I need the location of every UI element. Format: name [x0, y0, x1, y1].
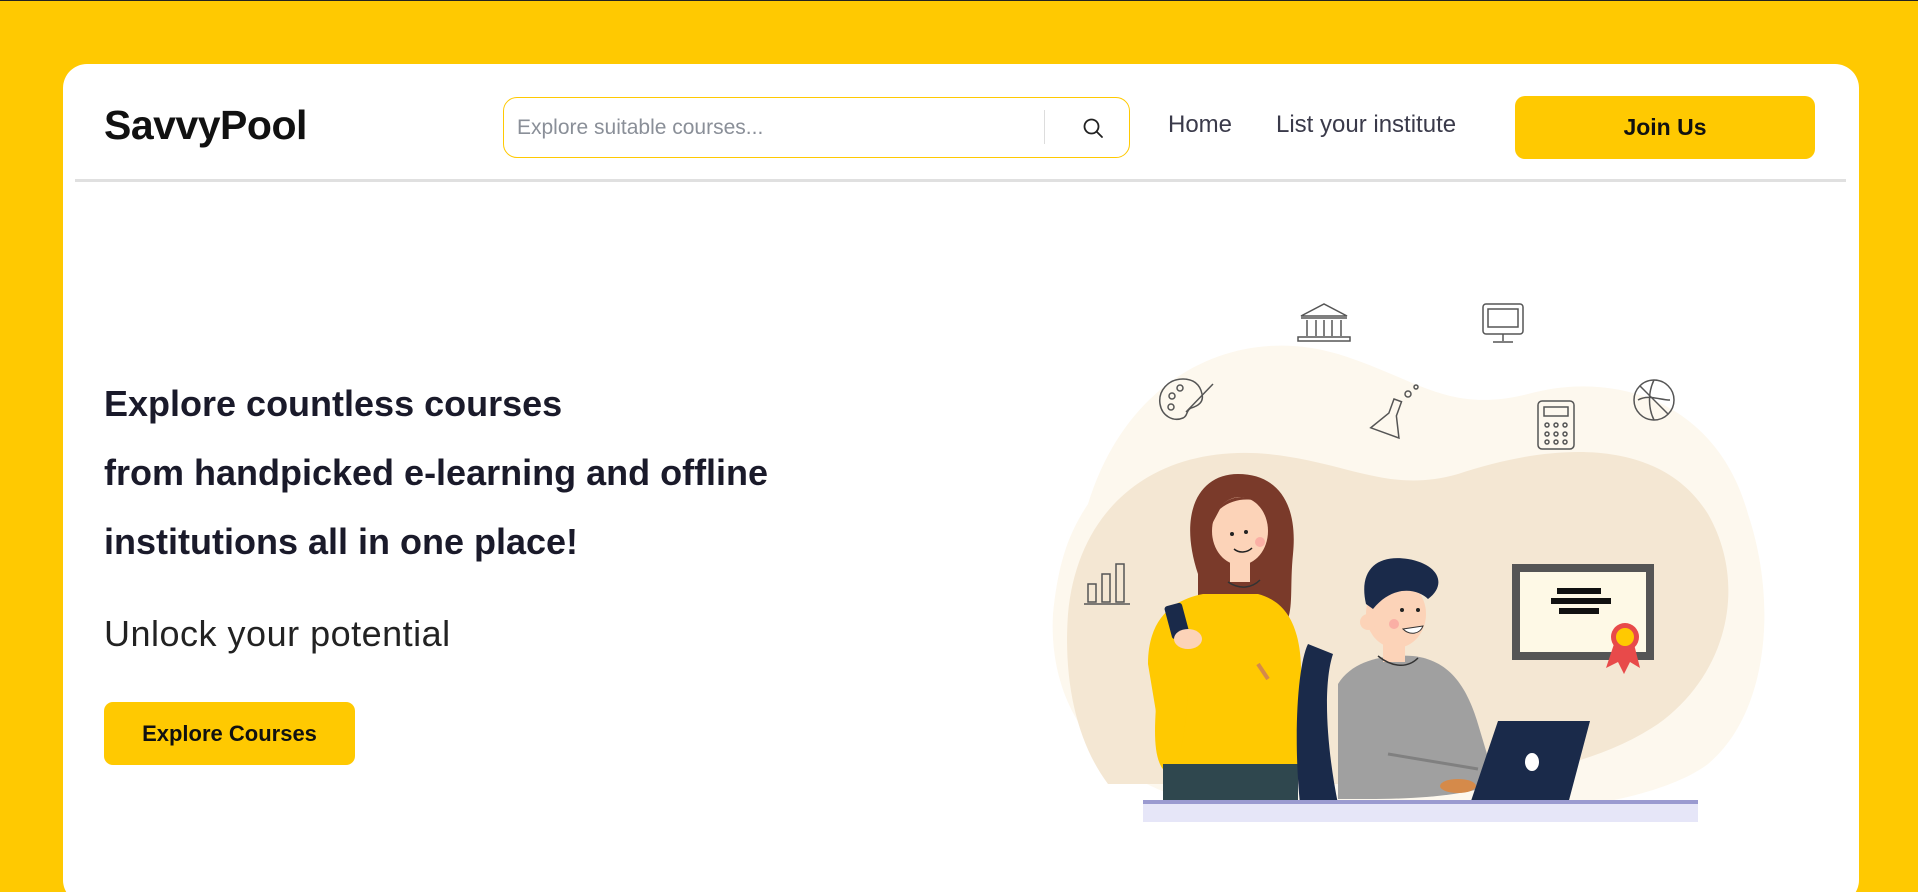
- hero-title: Explore countless courses from handpicke…: [104, 369, 824, 576]
- hero-title-line: institutions all in one place!: [104, 521, 579, 562]
- hero-title-line: from handpicked e-learning and offline: [104, 452, 769, 493]
- explore-courses-button[interactable]: Explore Courses: [104, 702, 355, 765]
- monitor-icon: [1482, 303, 1524, 343]
- main-card: SavvyPool Home List your institute Join …: [63, 64, 1859, 892]
- desk: [1143, 804, 1698, 822]
- hero-illustration: [1052, 303, 1765, 822]
- hero-subtitle: Unlock your potential: [104, 613, 451, 654]
- search-button[interactable]: [1074, 110, 1112, 146]
- nav-home-link[interactable]: Home: [1168, 111, 1232, 139]
- certificate-icon: [1512, 564, 1654, 674]
- search-input[interactable]: [517, 107, 1037, 148]
- hero-title-line: Explore countless courses: [104, 383, 563, 424]
- nav-list-institute-link[interactable]: List your institute: [1276, 111, 1456, 139]
- bank-icon: [1297, 303, 1351, 342]
- logo[interactable]: SavvyPool: [104, 102, 307, 149]
- top-border: [0, 0, 1918, 1]
- navbar: SavvyPool Home List your institute Join …: [63, 64, 1859, 181]
- navbar-divider: [75, 179, 1846, 182]
- desk-edge: [1143, 800, 1698, 804]
- search-icon: [1083, 118, 1103, 138]
- join-us-button[interactable]: Join Us: [1515, 96, 1815, 159]
- search-divider: [1044, 110, 1045, 144]
- search-bar: [503, 97, 1130, 158]
